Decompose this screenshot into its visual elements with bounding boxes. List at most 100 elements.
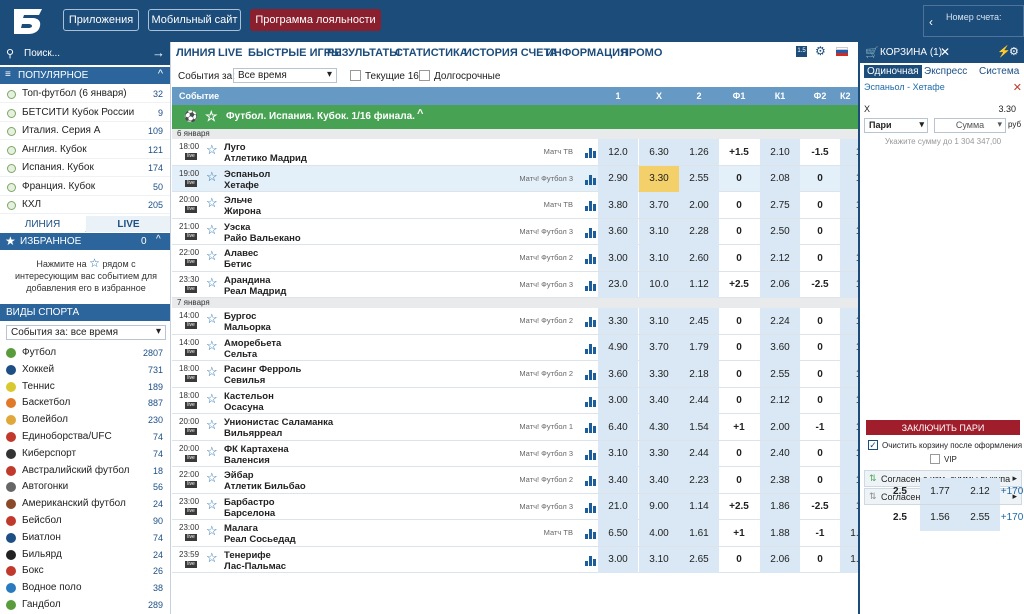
- popular-item[interactable]: Топ-футбол (6 января) 32: [0, 85, 170, 103]
- odds-cell-o1[interactable]: 2.90: [598, 165, 638, 192]
- star-outline-icon[interactable]: ☆: [206, 248, 218, 264]
- sport-item[interactable]: Бокс 26: [0, 562, 170, 579]
- star-outline-icon[interactable]: ☆: [206, 311, 218, 327]
- stats-icon[interactable]: [585, 148, 597, 158]
- event-teams[interactable]: Расинг Ферроль Севилья: [224, 364, 301, 386]
- event-row[interactable]: 18:00 live ☆ Кастельон Осасуна 3.00 3.40 2.44 0 2…: [172, 387, 858, 414]
- clear-checkbox[interactable]: ✓: [868, 440, 878, 450]
- event-teams[interactable]: Алавес Бетис: [224, 248, 258, 270]
- odds-cell-o1[interactable]: 3.00: [598, 387, 638, 414]
- odds-cell-ox[interactable]: 3.40: [639, 467, 679, 493]
- odds-cell-k2[interactable]: 1.: [840, 440, 858, 467]
- odds-cell-f2[interactable]: 0: [800, 547, 840, 573]
- account-panel[interactable]: ‹ Номер счета:: [923, 5, 1024, 37]
- bet-amount-input[interactable]: Сумма ▾: [934, 118, 1006, 133]
- star-outline-icon[interactable]: ☆: [206, 364, 218, 380]
- period-select[interactable]: Все время ▾: [233, 68, 337, 83]
- odds-cell-f1[interactable]: +2.5: [719, 494, 759, 520]
- star-outline-icon[interactable]: ☆: [206, 523, 218, 539]
- live-badge[interactable]: live: [185, 348, 197, 356]
- odds-cell-o1[interactable]: 3.80: [598, 192, 638, 218]
- odds-cell-o2[interactable]: 2.28: [679, 218, 719, 245]
- stats-icon[interactable]: [585, 396, 597, 407]
- odds-cell-o1[interactable]: 3.30: [598, 308, 638, 334]
- chevron-down-icon[interactable]: ▾: [327, 69, 332, 80]
- odds-cell-f2[interactable]: 0: [800, 467, 840, 493]
- event-teams[interactable]: Тенерифе Лас-Пальмас: [224, 550, 286, 572]
- live-badge[interactable]: live: [185, 153, 197, 160]
- odds-cell-ox[interactable]: 3.70: [639, 192, 679, 218]
- odds-cell-o2[interactable]: 2.65: [679, 546, 719, 573]
- odds-cell-f2[interactable]: 0: [800, 388, 840, 414]
- odds-cell-ox[interactable]: 6.30: [639, 139, 679, 165]
- sport-item[interactable]: Водное поло 38: [0, 579, 170, 596]
- event-teams[interactable]: ФК Картахена Валенсия: [224, 444, 289, 466]
- odds-cell-ox[interactable]: 10.0: [639, 271, 679, 298]
- fonbet-logo-icon[interactable]: [8, 5, 48, 37]
- odds-cell-x4[interactable]: +170: [1000, 478, 1024, 504]
- chevron-up-icon[interactable]: ^: [156, 234, 161, 245]
- odds-cell-f1[interactable]: 0: [719, 335, 759, 361]
- star-outline-icon[interactable]: ☆: [206, 444, 218, 460]
- stats-icon[interactable]: [585, 502, 597, 513]
- star-outline-icon[interactable]: ☆: [206, 391, 218, 407]
- odds-cell-x2[interactable]: 1.56: [920, 504, 960, 531]
- live-badge[interactable]: live: [185, 206, 197, 213]
- odds-cell-k1[interactable]: 2.24: [760, 308, 800, 334]
- odds-cell-f1[interactable]: 0: [719, 245, 759, 271]
- bet-type-select[interactable]: Пари ▾: [864, 118, 928, 133]
- live-badge[interactable]: live: [185, 481, 197, 488]
- odds-cell-f1[interactable]: 0: [719, 166, 759, 192]
- star-outline-icon[interactable]: ☆: [206, 550, 218, 566]
- odds-cell-k1[interactable]: 2.75: [760, 192, 800, 218]
- odds-cell-k2[interactable]: 1.: [840, 218, 858, 245]
- sport-item[interactable]: Американский футбол 24: [0, 495, 170, 512]
- live-badge[interactable]: live: [185, 179, 197, 187]
- odds-cell-f1[interactable]: 0: [719, 192, 759, 218]
- odds-cell-ox[interactable]: 3.10: [639, 308, 679, 334]
- tab-line[interactable]: ЛИНИЯ: [0, 216, 85, 232]
- odds-cell-k2[interactable]: 1.: [840, 308, 858, 334]
- live-badge[interactable]: live: [185, 259, 197, 266]
- star-outline-icon[interactable]: ☆: [206, 417, 218, 433]
- odds-cell-f1[interactable]: 0: [719, 467, 759, 493]
- odds-cell-x3[interactable]: 2.12: [960, 478, 1000, 504]
- odds-cell-o2[interactable]: 2.18: [679, 361, 719, 387]
- star-outline-icon[interactable]: ☆: [205, 108, 218, 125]
- stats-icon[interactable]: [585, 227, 597, 238]
- odds-cell-f1[interactable]: 0: [719, 308, 759, 334]
- event-row[interactable]: 14:00 live ☆ Аморебьета Сельта 4.90 3.70 1.79 0 3…: [172, 334, 858, 361]
- popular-item[interactable]: БЕТСИТИ Кубок России 9: [0, 104, 170, 122]
- odds-cell-ox[interactable]: 3.10: [639, 546, 679, 573]
- live-badge[interactable]: live: [185, 232, 197, 240]
- odds-cell-f2[interactable]: 0: [800, 441, 840, 467]
- nav-item[interactable]: ИСТОРИЯ СЧЕТА: [464, 47, 558, 59]
- odds-cell-k1[interactable]: 2.12: [760, 245, 800, 271]
- odds-cell-o1[interactable]: 21.0: [598, 493, 638, 520]
- event-teams[interactable]: Аморебьета Сельта: [224, 338, 281, 360]
- odds-cell-k2[interactable]: 1.: [840, 245, 858, 271]
- star-outline-icon[interactable]: ☆: [206, 470, 218, 486]
- stats-icon[interactable]: [585, 423, 597, 433]
- close-icon[interactable]: ✕: [940, 45, 950, 59]
- apps-button[interactable]: Приложения: [63, 9, 139, 31]
- favorites-header[interactable]: ★ ИЗБРАННОЕ 0 ^: [0, 233, 170, 250]
- odds-cell-o2[interactable]: 2.00: [679, 192, 719, 218]
- event-teams[interactable]: Унионистас Саламанка Вильярреал: [224, 417, 333, 439]
- nav-item[interactable]: СТАТИСТИКА: [395, 47, 468, 59]
- sport-item[interactable]: Гандбол 289: [0, 596, 170, 613]
- odds-cell-f2[interactable]: 0: [800, 335, 840, 361]
- odds-cell-k2[interactable]: 1.: [840, 165, 858, 192]
- live-badge[interactable]: live: [185, 401, 197, 409]
- odds-cell-f2[interactable]: 0: [800, 308, 840, 334]
- tab-live[interactable]: LIVE: [86, 216, 170, 232]
- odds-cell-k2[interactable]: 1.: [840, 387, 858, 414]
- chevron-up-icon[interactable]: ^: [417, 108, 423, 120]
- live-badge[interactable]: live: [185, 428, 197, 435]
- remove-icon[interactable]: ✕: [1013, 81, 1022, 94]
- odds-cell-k2[interactable]: 1.: [840, 334, 858, 361]
- popular-item[interactable]: Англия. Кубок 121: [0, 141, 170, 159]
- sport-item[interactable]: Автогонки 56: [0, 478, 170, 495]
- event-row[interactable]: 23:00 live ☆ Малага Реал Сосьедад Матч ТВ 6.50…: [172, 520, 858, 547]
- stats-icon[interactable]: [585, 476, 597, 486]
